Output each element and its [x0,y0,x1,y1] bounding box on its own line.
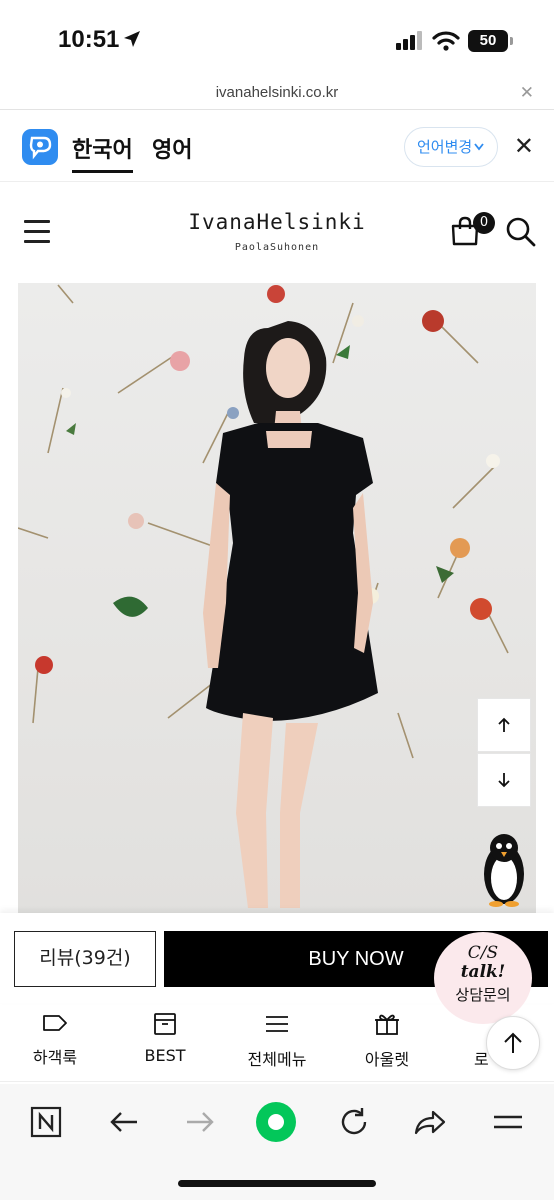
nav-item-label: 전체메뉴 [247,1050,307,1069]
menu-icon [266,1016,288,1032]
tab-english[interactable]: 영어 [152,132,192,164]
scroll-up-button[interactable] [477,698,531,752]
status-bar: 10:51 50 [0,0,554,80]
reload-icon[interactable] [332,1100,376,1144]
tag-icon [43,1015,67,1031]
nav-item-outlet[interactable]: 아울렛 [332,1012,442,1070]
share-icon[interactable] [408,1100,452,1144]
nav-item-all-menu[interactable]: 전체메뉴 [222,1012,332,1070]
naver-n-icon[interactable] [24,1100,68,1144]
nav-item-wedding-guest[interactable]: 하객룩 [0,1012,110,1068]
scroll-to-top-button[interactable] [486,1016,540,1070]
translation-bar: 한국어 영어 언어변경 ✕ [0,112,554,182]
wifi-icon [432,30,460,56]
tab-korean[interactable]: 한국어 [72,132,133,173]
cellular-signal-icon [396,30,424,54]
chevron-down-icon [473,128,485,180]
back-arrow-icon[interactable] [102,1100,146,1144]
battery-indicator: 50 [468,30,513,52]
more-menu-icon[interactable] [486,1100,530,1144]
home-indicator [178,1180,376,1187]
site-header: IvanaHelsinki PaolaSuhonen 0 [0,184,554,280]
cs-talk-line2: talk! [460,962,506,982]
cs-talk-label: 상담문의 [455,986,511,1004]
product-hero-image[interactable] [18,283,536,913]
nav-item-label: 아울렛 [364,1050,410,1069]
translator-logo-icon [22,129,58,165]
cs-talk-line1: C/S [467,943,499,963]
green-home-icon[interactable] [254,1100,298,1144]
cart-count-badge: 0 [473,212,495,234]
penguin-chat-icon[interactable] [480,828,528,912]
gift-icon [375,1014,399,1035]
nav-item-best[interactable]: BEST [110,1012,220,1065]
product-photo [18,284,509,908]
url-text[interactable]: ivanahelsinki.co.kr [0,84,554,101]
nav-item-label: BEST [144,1046,186,1065]
change-language-button[interactable]: 언어변경 [404,127,498,167]
url-close-icon[interactable]: ✕ [520,83,534,103]
change-language-label: 언어변경 [417,138,473,156]
arrow-down-icon [498,773,510,788]
reviews-button[interactable]: 리뷰(39건) [14,931,156,987]
shop-bottom-nav: 하객룩 BEST 전체메뉴 아울렛 로 [0,1004,554,1082]
search-icon[interactable] [505,216,537,252]
arrow-up-icon [498,717,510,732]
nav-item-label: 하객룩 [32,1048,78,1067]
location-arrow-icon [122,29,142,53]
box-icon [154,1013,176,1035]
forward-arrow-icon[interactable] [178,1100,222,1144]
arrow-up-icon [504,1032,522,1053]
url-bar[interactable]: ivanahelsinki.co.kr ✕ [0,80,554,110]
status-time: 10:51 [58,26,120,53]
login-icon [461,1012,487,1036]
scroll-down-button[interactable] [477,753,531,807]
translation-close-icon[interactable]: ✕ [514,132,534,160]
